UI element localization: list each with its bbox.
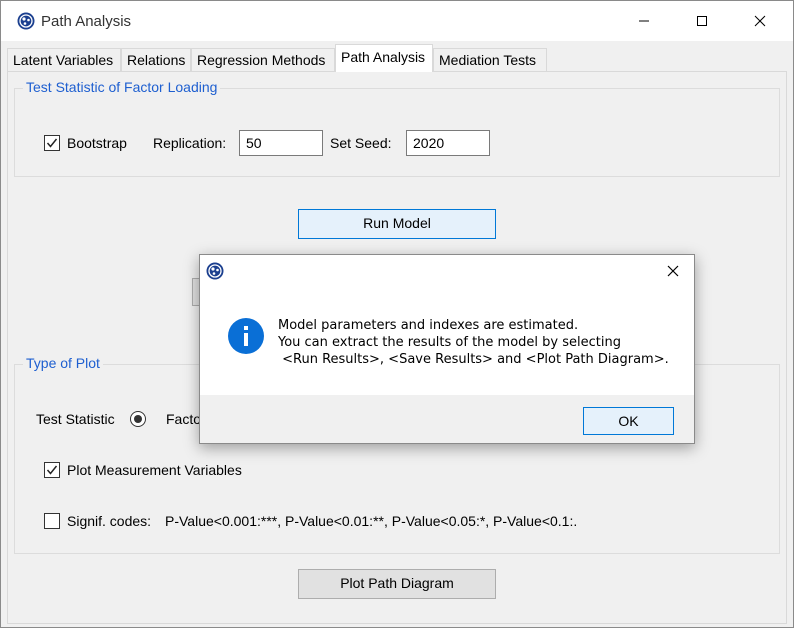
plot-path-diagram-button[interactable]: Plot Path Diagram [298, 569, 496, 599]
test-statistic-group: Test Statistic of Factor Loading Bootstr… [14, 79, 780, 177]
checkmark-icon [46, 138, 58, 148]
tab-mediation-tests[interactable]: Mediation Tests [433, 48, 547, 72]
dialog-message: Model parameters and indexes are estimat… [278, 317, 669, 368]
test-statistic-group-title: Test Statistic of Factor Loading [23, 79, 221, 95]
test-statistic-radio-label: Test Statistic [36, 411, 115, 427]
checkmark-icon [46, 465, 58, 475]
seed-label: Set Seed: [330, 135, 392, 151]
tab-relations[interactable]: Relations [121, 48, 191, 72]
tab-regression-methods[interactable]: Regression Methods [191, 48, 335, 72]
tab-latent-variables[interactable]: Latent Variables [7, 48, 121, 72]
title-bar: Path Analysis [1, 1, 793, 41]
dialog-message-line: You can extract the results of the model… [278, 335, 621, 350]
signif-codes-label: Signif. codes: [67, 513, 152, 529]
dialog-app-logo-icon [206, 262, 224, 280]
window-title: Path Analysis [41, 13, 132, 30]
dialog-message-line: <Run Results>, <Save Results> and <Plot … [278, 352, 669, 367]
replication-label: Replication: [153, 135, 227, 151]
info-icon [228, 318, 264, 354]
tab-path-analysis[interactable]: Path Analysis [335, 44, 433, 72]
test-statistic-radio[interactable] [130, 411, 146, 427]
message-dialog: Model parameters and indexes are estimat… [199, 254, 695, 444]
type-of-plot-group-title: Type of Plot [23, 355, 103, 371]
maximize-button[interactable] [679, 1, 725, 41]
run-model-button[interactable]: Run Model [298, 209, 496, 239]
plot-measurement-label: Plot Measurement Variables [67, 462, 242, 478]
plot-measurement-checkbox[interactable] [44, 462, 60, 478]
bootstrap-label: Bootstrap [67, 135, 127, 151]
seed-field[interactable]: 2020 [406, 130, 490, 156]
minimize-icon [639, 20, 649, 22]
factor-radio-label: Facto [166, 411, 202, 427]
ok-button[interactable]: OK [583, 407, 674, 435]
maximize-icon [697, 16, 707, 26]
replication-field[interactable]: 50 [239, 130, 323, 156]
app-logo-icon [17, 12, 35, 30]
dialog-footer: OK [200, 395, 694, 443]
close-icon [667, 265, 679, 277]
signif-codes-text: P-Value<0.001:***, P-Value<0.01:**, P-Va… [165, 513, 578, 529]
bootstrap-checkbox[interactable] [44, 135, 60, 151]
close-window-button[interactable] [737, 1, 783, 41]
dialog-close-button[interactable] [658, 258, 688, 284]
radio-selected-dot [134, 415, 142, 423]
dialog-message-line: Model parameters and indexes are estimat… [278, 318, 579, 333]
tab-strip: Latent Variables Relations Regression Me… [7, 44, 787, 72]
minimize-button[interactable] [621, 1, 667, 41]
close-icon [754, 15, 766, 27]
signif-codes-checkbox[interactable] [44, 513, 60, 529]
